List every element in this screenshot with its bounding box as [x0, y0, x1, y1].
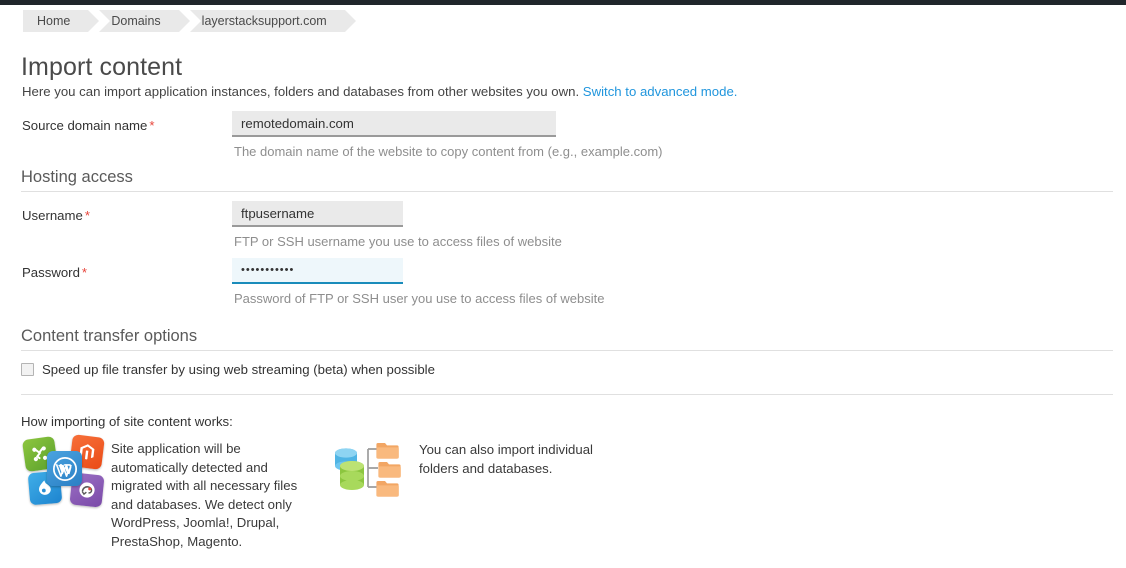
wordpress-glyph: W — [52, 456, 77, 481]
web-streaming-checkbox[interactable] — [21, 363, 34, 376]
web-streaming-option-row[interactable]: Speed up file transfer by using web stre… — [21, 362, 435, 377]
source-domain-required-marker: * — [149, 118, 155, 133]
breadcrumb: Home Domains layerstacksupport.com — [23, 10, 356, 32]
password-label: Password * — [22, 265, 87, 280]
divider-content-transfer-options — [21, 350, 1113, 351]
password-hint: Password of FTP or SSH user you use to a… — [234, 291, 605, 306]
page-description-text: Here you can import application instance… — [22, 84, 580, 99]
breadcrumb-item-home-label: Home — [37, 14, 71, 28]
section-heading-content-transfer-options: Content transfer options — [21, 327, 198, 345]
cms-apps-icon: W — [21, 434, 108, 508]
page-description: Here you can import application instance… — [22, 84, 737, 99]
svg-text:W: W — [57, 461, 71, 477]
switch-to-advanced-mode-link[interactable]: Switch to advanced mode. — [583, 84, 738, 99]
source-domain-label-text: Source domain name — [22, 118, 148, 133]
source-domain-label: Source domain name * — [22, 118, 155, 133]
top-bar — [0, 0, 1126, 5]
info-block-applications: Site application will be automatically d… — [111, 440, 316, 551]
breadcrumb-item-domain[interactable]: layerstacksupport.com — [189, 10, 356, 32]
folder-middle — [378, 462, 401, 478]
databases-folders-glyph — [335, 443, 401, 497]
info-section-title: How importing of site content works: — [21, 414, 233, 429]
breadcrumb-item-domains[interactable]: Domains — [99, 10, 191, 32]
database-green — [340, 461, 364, 490]
page-title: Import content — [21, 52, 183, 81]
folder-top — [376, 443, 399, 459]
source-domain-hint: The domain name of the website to copy c… — [234, 144, 663, 159]
password-label-text: Password — [22, 265, 80, 280]
password-input[interactable] — [232, 258, 403, 284]
divider-info-section — [21, 394, 1113, 395]
info-block-applications-text: Site application will be automatically d… — [111, 441, 298, 549]
breadcrumb-item-domains-label: Domains — [111, 14, 161, 28]
breadcrumb-item-home[interactable]: Home — [23, 10, 100, 32]
section-heading-hosting-access: Hosting access — [21, 168, 133, 186]
wordpress-icon: W — [47, 451, 82, 486]
source-domain-input[interactable] — [232, 111, 556, 137]
folder-bottom — [376, 481, 399, 497]
divider-hosting-access — [21, 191, 1113, 192]
username-required-marker: * — [84, 208, 90, 223]
breadcrumb-item-domain-label: layerstacksupport.com — [201, 14, 327, 28]
username-input[interactable] — [232, 201, 403, 227]
username-hint: FTP or SSH username you use to access fi… — [234, 234, 562, 249]
databases-folders-icon — [332, 440, 406, 500]
info-block-folders-databases: You can also import individual folders a… — [419, 441, 634, 478]
password-required-marker: * — [81, 265, 88, 280]
web-streaming-label: Speed up file transfer by using web stre… — [42, 362, 435, 377]
username-label-text: Username — [22, 208, 83, 223]
info-block-folders-databases-text: You can also import individual folders a… — [419, 442, 593, 476]
username-label: Username * — [22, 208, 90, 223]
